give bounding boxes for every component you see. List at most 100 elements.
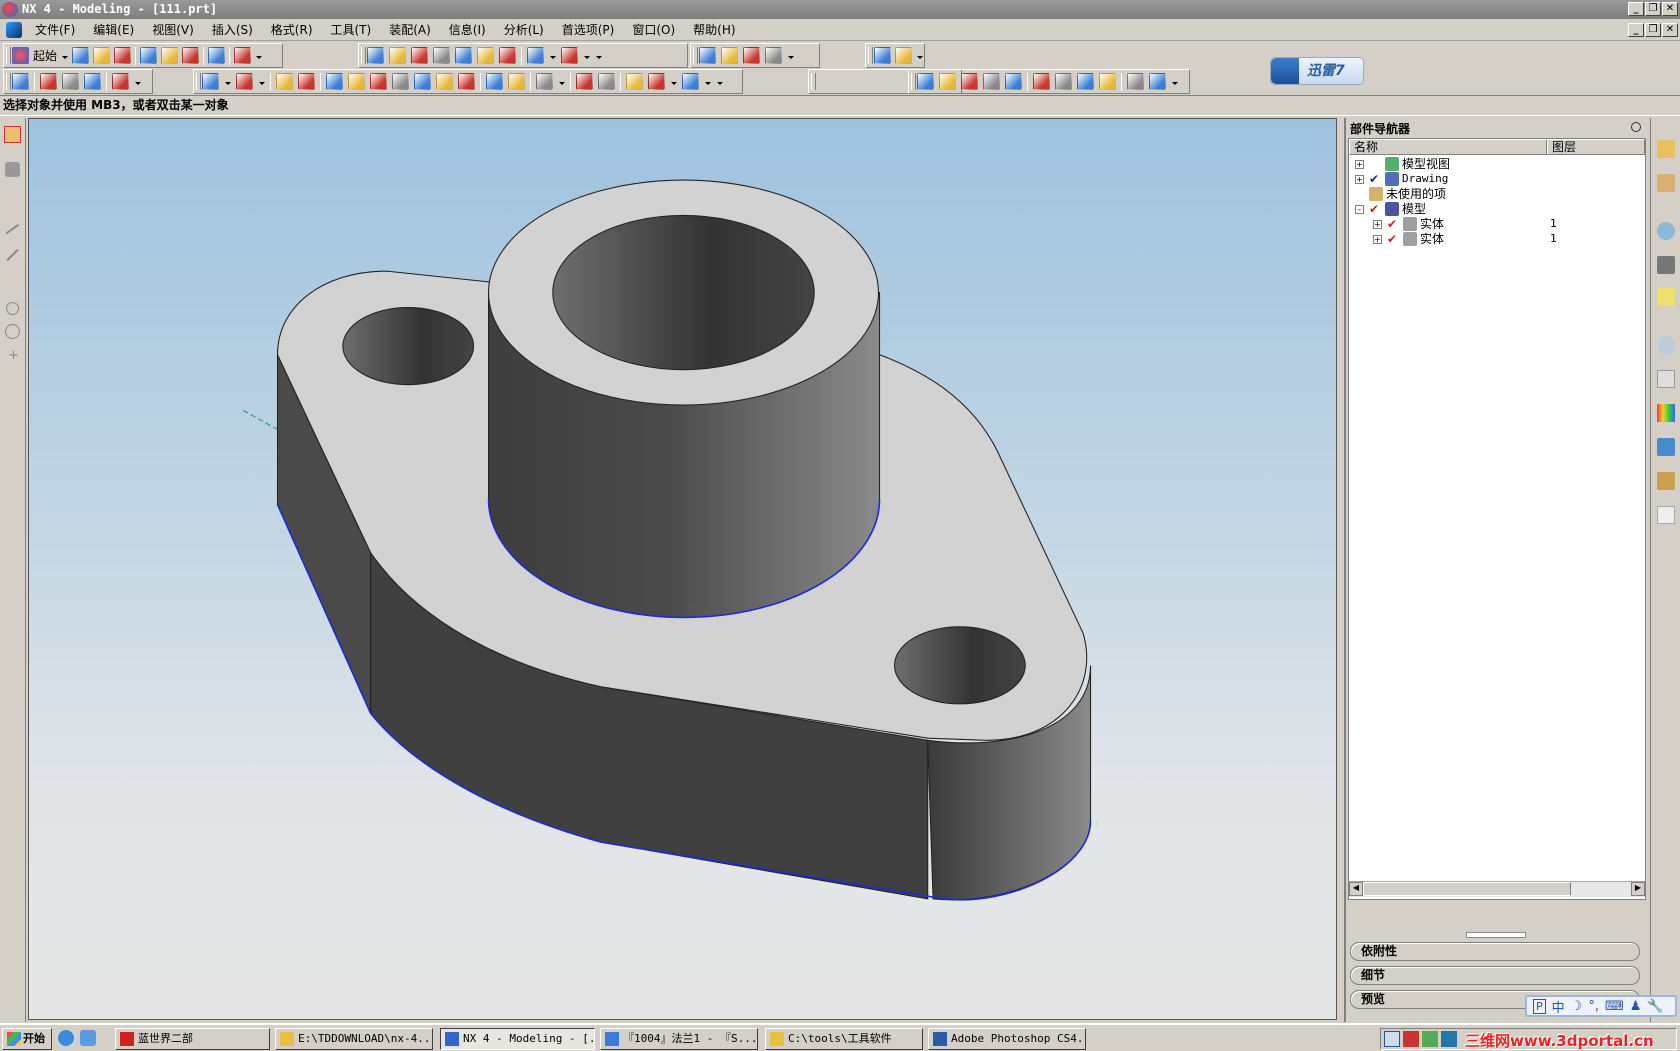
tree-row[interactable]: + ✔ Drawing	[1349, 171, 1645, 187]
block-icon[interactable]	[236, 73, 253, 90]
dependencies-panel[interactable]: 依附性	[1350, 942, 1640, 961]
fit-icon[interactable]	[367, 47, 384, 64]
extract-icon[interactable]	[1077, 73, 1094, 90]
close-button[interactable]: ✕	[1662, 2, 1678, 16]
taskbar-item[interactable]: C:\tools\工具软件	[765, 1028, 923, 1050]
rotate-icon[interactable]	[455, 47, 472, 64]
through-curves-icon[interactable]	[939, 73, 956, 90]
toolbar-dropdown[interactable]	[916, 47, 923, 64]
revolve-icon[interactable]	[84, 73, 101, 90]
toolbar-dropdown[interactable]	[549, 47, 556, 64]
shell-icon[interactable]	[1149, 73, 1166, 90]
menu-view[interactable]: 视图(V)	[143, 21, 203, 38]
toolbar-dropdown[interactable]	[1171, 73, 1178, 90]
browser-quicklaunch-icon[interactable]	[80, 1030, 96, 1046]
tree-expander[interactable]: +	[1355, 175, 1364, 184]
line-icon[interactable]	[576, 73, 593, 90]
menu-tools[interactable]: 工具(T)	[322, 21, 381, 38]
sew-icon[interactable]	[1055, 73, 1072, 90]
patch-icon[interactable]	[1099, 73, 1116, 90]
assembly-navigator-icon[interactable]	[1657, 140, 1675, 158]
point-tool-icon[interactable]: +	[8, 348, 19, 363]
menu-edit[interactable]: 编辑(E)	[84, 21, 143, 38]
boss-icon[interactable]	[348, 73, 365, 90]
menu-format[interactable]: 格式(R)	[262, 21, 322, 38]
arc-tool-icon[interactable]	[5, 324, 20, 339]
subtract-icon[interactable]	[298, 73, 315, 90]
checkmark-icon[interactable]: ✔	[1369, 171, 1383, 186]
info-icon[interactable]	[234, 47, 252, 64]
taskbar-item[interactable]: NX 4 - Modeling - [...	[440, 1028, 595, 1050]
swept-icon[interactable]	[961, 73, 978, 90]
visualization-icon[interactable]	[1657, 404, 1675, 422]
menu-analysis[interactable]: 分析(L)	[495, 21, 553, 38]
doc-close-button[interactable]: ✕	[1662, 23, 1678, 37]
copy-icon[interactable]	[161, 47, 179, 64]
ime-chinese-toggle[interactable]: 中	[1552, 997, 1565, 1016]
cut-icon[interactable]	[140, 47, 158, 64]
groove-icon[interactable]	[436, 73, 453, 90]
checkmark-icon[interactable]: ✔	[1387, 216, 1401, 231]
edge-blend-icon[interactable]	[508, 73, 525, 90]
open-icon[interactable]	[93, 47, 111, 64]
bounded-icon[interactable]	[1005, 73, 1022, 90]
slot-icon[interactable]	[414, 73, 431, 90]
pan-icon[interactable]	[477, 47, 494, 64]
panel-splitter[interactable]	[1466, 932, 1526, 938]
tree-expander[interactable]: -	[1355, 205, 1364, 214]
datum-icon[interactable]	[112, 73, 129, 90]
taskbar-item[interactable]: E:\TDDOWNLOAD\nx-4....	[275, 1028, 433, 1050]
arc-icon[interactable]	[598, 73, 615, 90]
select-icon[interactable]	[699, 47, 716, 64]
roles-icon[interactable]	[1657, 472, 1675, 490]
taskbar-item[interactable]: Adobe Photoshop CS4...	[928, 1028, 1086, 1050]
zoom-window-icon[interactable]	[389, 47, 406, 64]
zoom-icon[interactable]	[433, 47, 450, 64]
line-tool-2-icon[interactable]	[6, 248, 19, 262]
part-navigator-icon[interactable]	[1657, 174, 1675, 192]
toolbar-dropdown[interactable]	[558, 73, 565, 90]
hole-icon[interactable]	[326, 73, 343, 90]
tree-row[interactable]: - ✔ 模型	[1349, 201, 1645, 217]
angle-icon[interactable]	[895, 47, 912, 64]
network-tray-icon[interactable]	[1422, 1031, 1438, 1047]
tree-expander[interactable]: +	[1373, 235, 1382, 244]
chamfer-icon[interactable]	[536, 73, 553, 90]
curve-tool-icon[interactable]	[5, 162, 20, 177]
doc-minimize-button[interactable]: _	[1628, 23, 1644, 37]
checkmark-icon[interactable]: ✔	[1387, 231, 1401, 246]
app-tray-icon[interactable]	[1441, 1031, 1457, 1047]
tree-row[interactable]: + ✔ 实体 1	[1349, 216, 1645, 232]
menu-file[interactable]: 文件(F)	[26, 21, 84, 38]
training-icon[interactable]	[1657, 256, 1675, 274]
column-name[interactable]: 名称	[1349, 139, 1547, 155]
details-panel[interactable]: 细节	[1350, 966, 1640, 985]
menu-information[interactable]: 信息(I)	[440, 21, 495, 38]
thicken-icon[interactable]	[1127, 73, 1144, 90]
tree-row[interactable]: 未使用的项	[1349, 186, 1645, 202]
taskbar-item[interactable]: 『1004』法兰1 - 『S...	[600, 1028, 758, 1050]
scroll-thumb[interactable]	[1363, 882, 1571, 896]
tree-expander[interactable]: +	[1355, 160, 1364, 169]
rib-icon[interactable]	[458, 73, 475, 90]
toolbar-dropdown[interactable]	[704, 73, 711, 90]
toolbar-dropdown[interactable]	[583, 47, 590, 64]
sketch-icon[interactable]	[40, 73, 57, 90]
menu-assemblies[interactable]: 装配(A)	[380, 21, 440, 38]
ime-keyboard-icon[interactable]: ⌨	[1605, 999, 1624, 1014]
start-button[interactable]: 起始	[33, 47, 57, 64]
ime-tray-icon[interactable]	[1384, 1031, 1400, 1047]
web-browser-icon[interactable]	[1657, 222, 1675, 240]
toolbar-dropdown[interactable]	[716, 73, 723, 90]
column-layer[interactable]: 图层	[1547, 139, 1645, 155]
ime-punctuation-icon[interactable]: °,	[1588, 999, 1599, 1014]
start-menu-button[interactable]: 开始	[2, 1028, 52, 1050]
render-icon[interactable]	[561, 47, 578, 64]
circle-tool-icon[interactable]	[6, 302, 19, 315]
toolbar-dropdown[interactable]	[787, 47, 794, 64]
ie-quicklaunch-icon[interactable]	[58, 1030, 74, 1046]
toolbar-dropdown[interactable]	[134, 73, 141, 90]
horizontal-scrollbar[interactable]: ◀ ▶	[1349, 881, 1645, 897]
menu-preferences[interactable]: 首选项(P)	[553, 21, 624, 38]
scroll-left-button[interactable]: ◀	[1349, 882, 1363, 896]
